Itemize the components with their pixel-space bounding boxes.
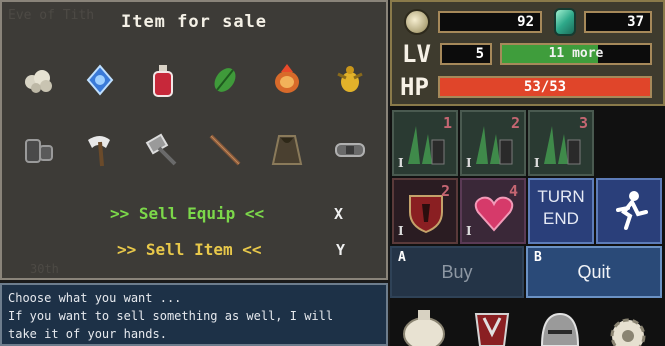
helmet-icon[interactable] [530,304,590,346]
gold-bug-icon[interactable] [330,60,370,100]
gem-amount: 37 [584,11,652,33]
key-hint-y: Y [336,241,346,259]
turn-end-label: TURN END [537,187,585,228]
card-number: 3 [578,114,588,132]
fire-shell-icon[interactable] [267,60,307,100]
belt-icon[interactable] [330,130,370,170]
buy-label: Buy [441,262,473,282]
skill-card-2[interactable]: 2 I [460,110,526,176]
hammer-icon[interactable] [143,130,183,170]
level-label: LV [402,40,431,68]
buy-button[interactable]: A Buy [390,246,524,298]
heart-card[interactable]: 4 I [460,178,526,244]
card-rank: I [398,156,404,170]
hp-text: 53/53 [523,79,567,95]
turn-end-button[interactable]: TURN END [528,178,594,244]
quit-label: Quit [577,262,611,282]
card-rank: I [534,156,540,170]
hp-label: HP [400,73,429,101]
running-man-icon [616,191,648,230]
shop-title: Item for sale [120,12,268,32]
card-number: 4 [508,182,518,200]
experience-bar: 11 more [500,43,652,65]
card-rank: I [466,224,472,238]
red-potion-icon[interactable] [143,60,183,100]
shield-card[interactable]: 2 I [392,178,458,244]
dialog-line: take it of your hands. [8,327,167,341]
quit-button[interactable]: B Quit [526,246,662,298]
card-rank: I [466,156,472,170]
status-panel: 92 37 LV 5 11 more HP 53/53 [390,0,665,106]
gear-icon[interactable] [598,304,658,346]
flee-button[interactable] [596,178,662,244]
sell-equip-option[interactable]: >> Sell Equip << [110,204,264,223]
card-number: 1 [442,114,452,132]
dialog-line: Choose what you want ... [8,291,182,305]
iron-gauntlet-icon[interactable] [18,130,58,170]
card-rank: I [398,224,404,238]
shop-panel: Eve of Tith Item for sale >> Sell Equip … [0,0,388,280]
card-number: 2 [440,182,450,200]
gold-coin-icon [404,9,430,35]
experience-text: 11 more [548,46,604,61]
card-number: 2 [510,114,520,132]
dust-pile-icon[interactable] [18,60,58,100]
key-hint-x: X [334,205,344,223]
dialog-box: Choose what you want ... If you want to … [0,283,388,346]
axe-icon[interactable] [80,130,120,170]
crest-icon[interactable] [462,304,522,346]
dialog-line: If you want to sell something as well, I… [8,309,334,323]
level-value: 5 [440,43,492,65]
gold-amount: 92 [438,11,542,33]
money-bag-icon[interactable] [394,304,454,346]
sell-item-option[interactable]: >> Sell Item << [117,240,262,259]
blue-crystal-icon[interactable] [80,60,120,100]
skill-card-1[interactable]: 1 I [392,110,458,176]
background-ghost-text: 30th [30,262,59,276]
staff-icon[interactable] [205,130,245,170]
hp-bar: 53/53 [438,76,652,98]
green-leaf-icon[interactable] [205,60,245,100]
card-grid: 1 I 2 I 3 I 2 I 4 I TURN END A Buy B Qui… [390,106,665,346]
skill-card-3[interactable]: 3 I [528,110,594,176]
cloak-icon[interactable] [267,130,307,170]
gem-icon [554,8,576,36]
